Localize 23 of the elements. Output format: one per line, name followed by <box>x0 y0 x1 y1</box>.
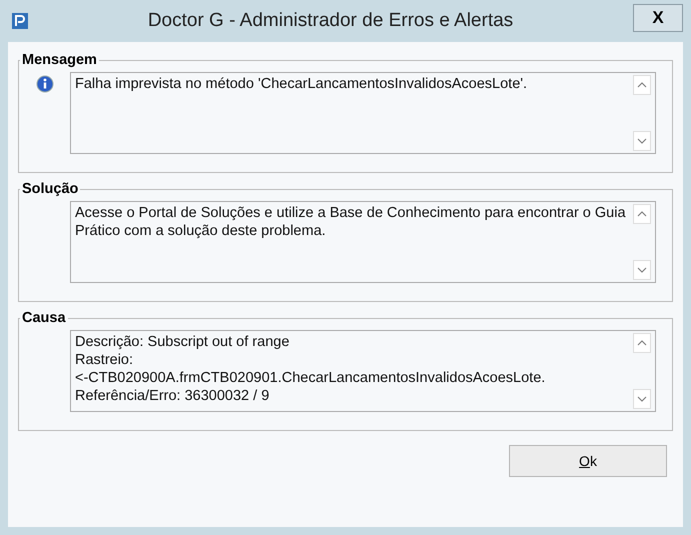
text-line: Acesse o Portal de Soluções e utilize a Base de Conhecimento para encontrar o Guia Prático com a solução deste problema. <box>75 204 627 240</box>
scroll-up-icon[interactable] <box>633 204 651 224</box>
group-title: Solução <box>21 181 80 197</box>
scroll-down-icon[interactable] <box>633 260 651 280</box>
text-area[interactable]: Descrição: Subscript out of range Rastreio: <-CTB020900A.frmCTB020901.ChecarLancamentosInvalidosAcoesLote. Referência/Erro: 36300032 / 9 <box>70 330 656 412</box>
window-title: Doctor G - Administrador de Erros e Alertas <box>146 10 514 32</box>
group-title: Causa <box>21 310 67 326</box>
scroll-down-icon[interactable] <box>633 131 651 151</box>
scroll-up-icon[interactable] <box>633 75 651 95</box>
text-area[interactable]: Falha imprevista no método 'ChecarLancamentosInvalidosAcoesLote'. <box>70 72 656 154</box>
scroll-up-icon[interactable] <box>633 333 651 353</box>
text-line: Referência/Erro: 36300032 / 9 <box>75 387 270 405</box>
text-line: Rastreio: <box>75 351 134 369</box>
info-icon <box>36 75 54 93</box>
text-line: <-CTB020900A.frmCTB020901.ChecarLancamentosInvalidosAcoesLote. <box>75 369 546 387</box>
text-line: Falha imprevista no método 'ChecarLancamentosInvalidosAcoesLote'. <box>75 75 528 93</box>
scroll-down-icon[interactable] <box>633 389 651 409</box>
app-logo-icon <box>12 13 28 29</box>
text-line: Descrição: Subscript out of range <box>75 333 290 351</box>
close-button[interactable]: X <box>633 4 683 32</box>
ok-button[interactable]: Ok <box>509 445 667 477</box>
text-area[interactable]: Acesse o Portal de Soluções e utilize a Base de Conhecimento para encontrar o Guia Prático com a solução deste problema. <box>70 201 656 283</box>
group-title: Mensagem <box>21 52 98 68</box>
